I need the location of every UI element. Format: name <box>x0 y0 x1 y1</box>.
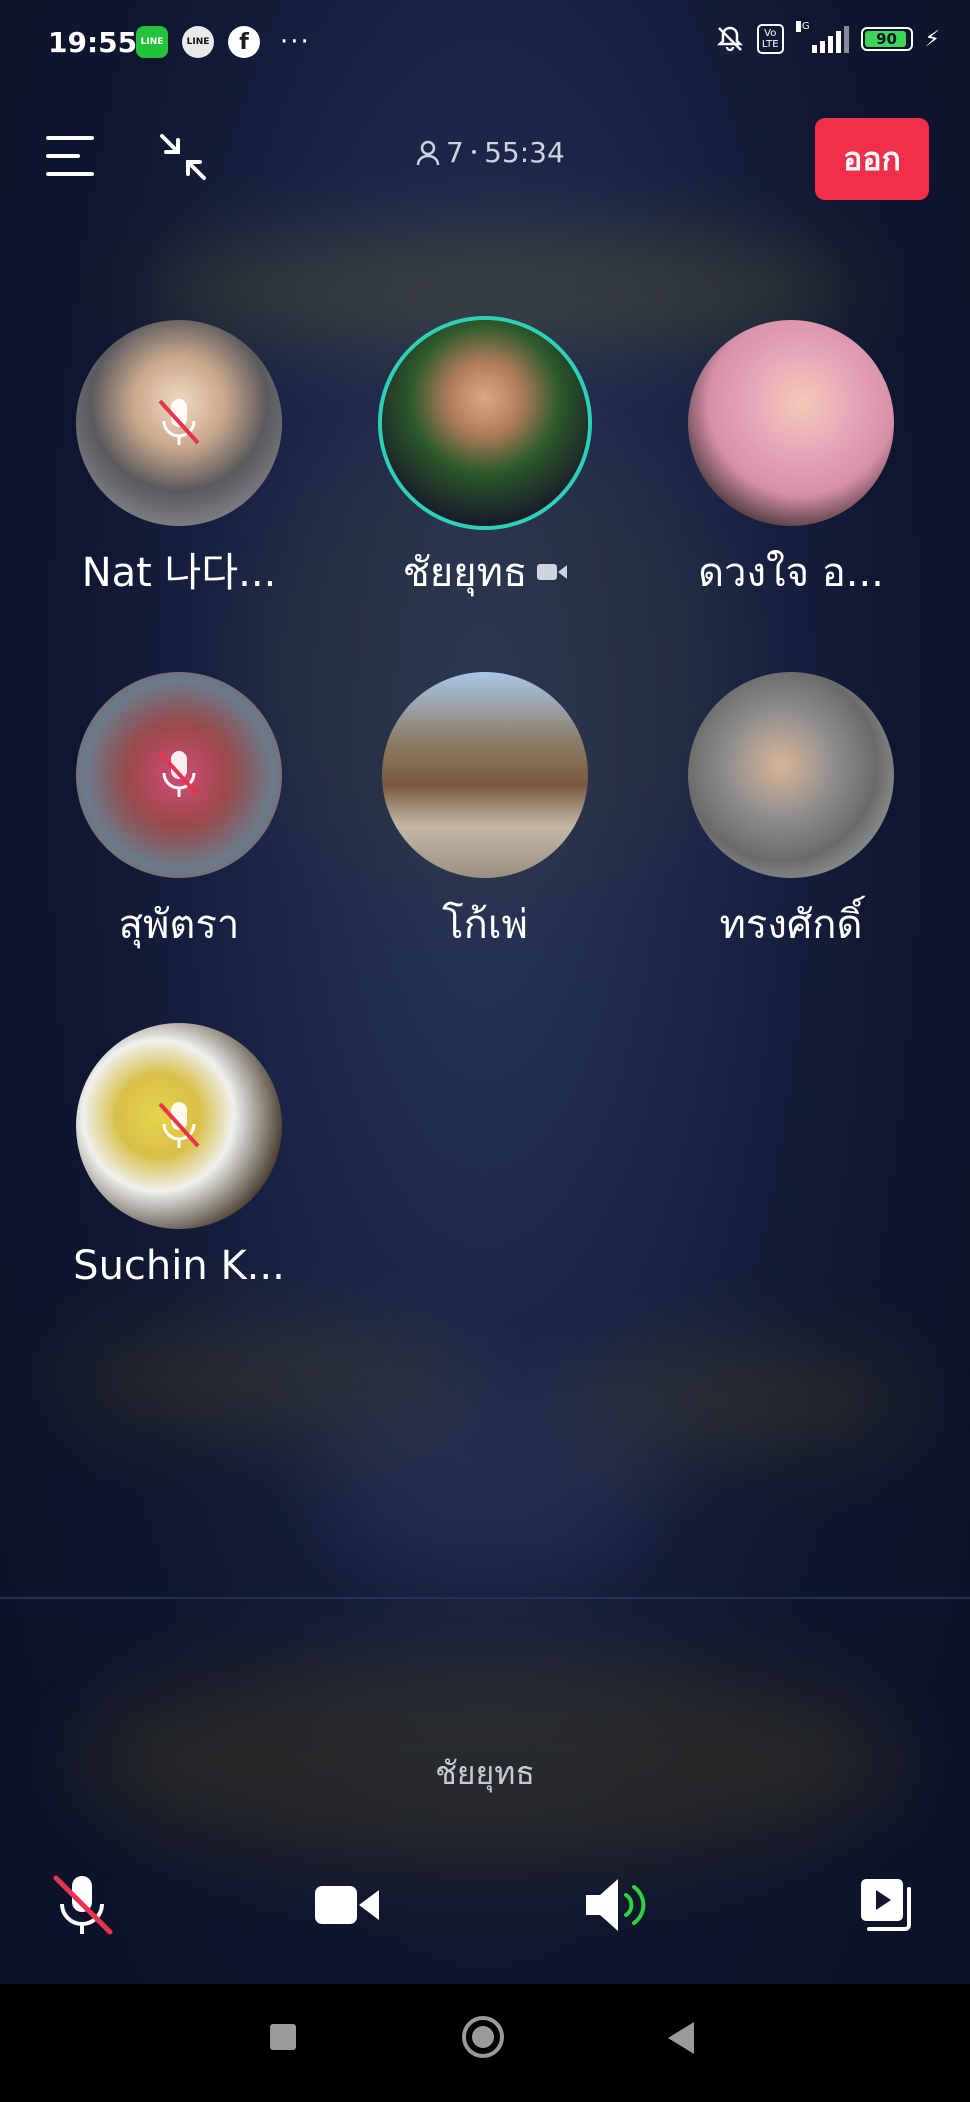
audio-wave-icon <box>398 1663 566 1701</box>
avatar <box>688 672 894 878</box>
speaker-icon <box>586 1879 646 1931</box>
participant-name: สุพัตรา <box>118 902 240 948</box>
mic-muted-icon <box>158 399 200 445</box>
status-bar: 19:55 LINE LINE f ··· Vo LTE 4G 90 ⚡ <box>0 0 970 86</box>
share-screen-button[interactable] <box>852 1870 922 1940</box>
participant-tile[interactable]: สุพัตรา <box>29 672 329 956</box>
avatar <box>688 320 894 526</box>
battery-icon: 90 <box>860 27 913 51</box>
recents-button[interactable] <box>270 2024 296 2050</box>
mic-muted-icon <box>53 1875 113 1935</box>
participant-tile[interactable]: Nat 나다... <box>29 320 329 598</box>
home-button[interactable] <box>462 2016 504 2058</box>
video-camera-icon <box>315 1886 379 1924</box>
volte-icon: Vo LTE <box>756 24 784 54</box>
navigation-bar <box>0 1984 970 2102</box>
leave-button[interactable]: ออก <box>815 118 929 200</box>
signal-icon: 4G <box>795 21 849 53</box>
participant-tile[interactable]: ชัยยุทธ <box>335 320 635 604</box>
line-chat-icon: LINE <box>182 26 214 58</box>
mute-bell-icon <box>716 26 743 52</box>
video-toggle-button[interactable] <box>312 1870 382 1940</box>
notification-icons: LINE LINE f ··· <box>136 26 311 58</box>
facebook-icon: f <box>228 26 260 58</box>
line-app-icon: LINE <box>136 26 168 58</box>
mic-muted-icon <box>158 1102 200 1148</box>
avatar <box>76 320 282 526</box>
participant-name-row: ชัยยุทธ <box>335 540 635 604</box>
separator-dot: • <box>469 144 479 161</box>
status-time: 19:55 <box>48 26 138 59</box>
participant-tile[interactable]: Suchin K... <box>29 1023 329 1289</box>
participant-name: ชัยยุทธ <box>402 550 528 596</box>
participant-name: โก้เพ่ <box>442 902 528 948</box>
active-speaker-name: ชัยยุทธ <box>435 1754 535 1792</box>
mic-toggle-button[interactable] <box>48 1870 118 1940</box>
charging-icon: ⚡ <box>924 26 940 52</box>
back-button[interactable] <box>668 2022 694 2054</box>
menu-button[interactable] <box>46 134 94 178</box>
video-on-icon <box>537 564 568 580</box>
participant-count: 7 <box>446 136 464 169</box>
participant-name: ทรงศักดิ์ <box>719 902 863 948</box>
participant-tile[interactable]: ดวงใจ อ... <box>641 320 941 604</box>
participant-name: Nat 나다... <box>81 550 277 596</box>
minimize-call-icon[interactable] <box>156 130 210 184</box>
avatar <box>382 320 588 526</box>
person-icon <box>416 140 440 165</box>
speaker-toggle-button[interactable] <box>584 1870 654 1940</box>
avatar <box>382 672 588 878</box>
mic-muted-icon <box>158 751 200 797</box>
more-notifications-icon: ··· <box>280 27 311 57</box>
call-duration: 55:34 <box>484 136 565 169</box>
divider <box>0 1597 970 1599</box>
call-info: 7 • 55:34 <box>416 136 565 169</box>
system-icons: Vo LTE 4G 90 ⚡ <box>715 21 940 54</box>
avatar <box>76 672 282 878</box>
participant-tile[interactable]: โก้เพ่ <box>335 672 635 956</box>
avatar <box>76 1023 282 1229</box>
screen-share-icon <box>861 1879 911 1931</box>
participant-name: Suchin K... <box>73 1243 285 1289</box>
participant-name: ดวงใจ อ... <box>698 550 884 596</box>
participant-tile[interactable]: ทรงศักดิ์ <box>641 672 941 956</box>
